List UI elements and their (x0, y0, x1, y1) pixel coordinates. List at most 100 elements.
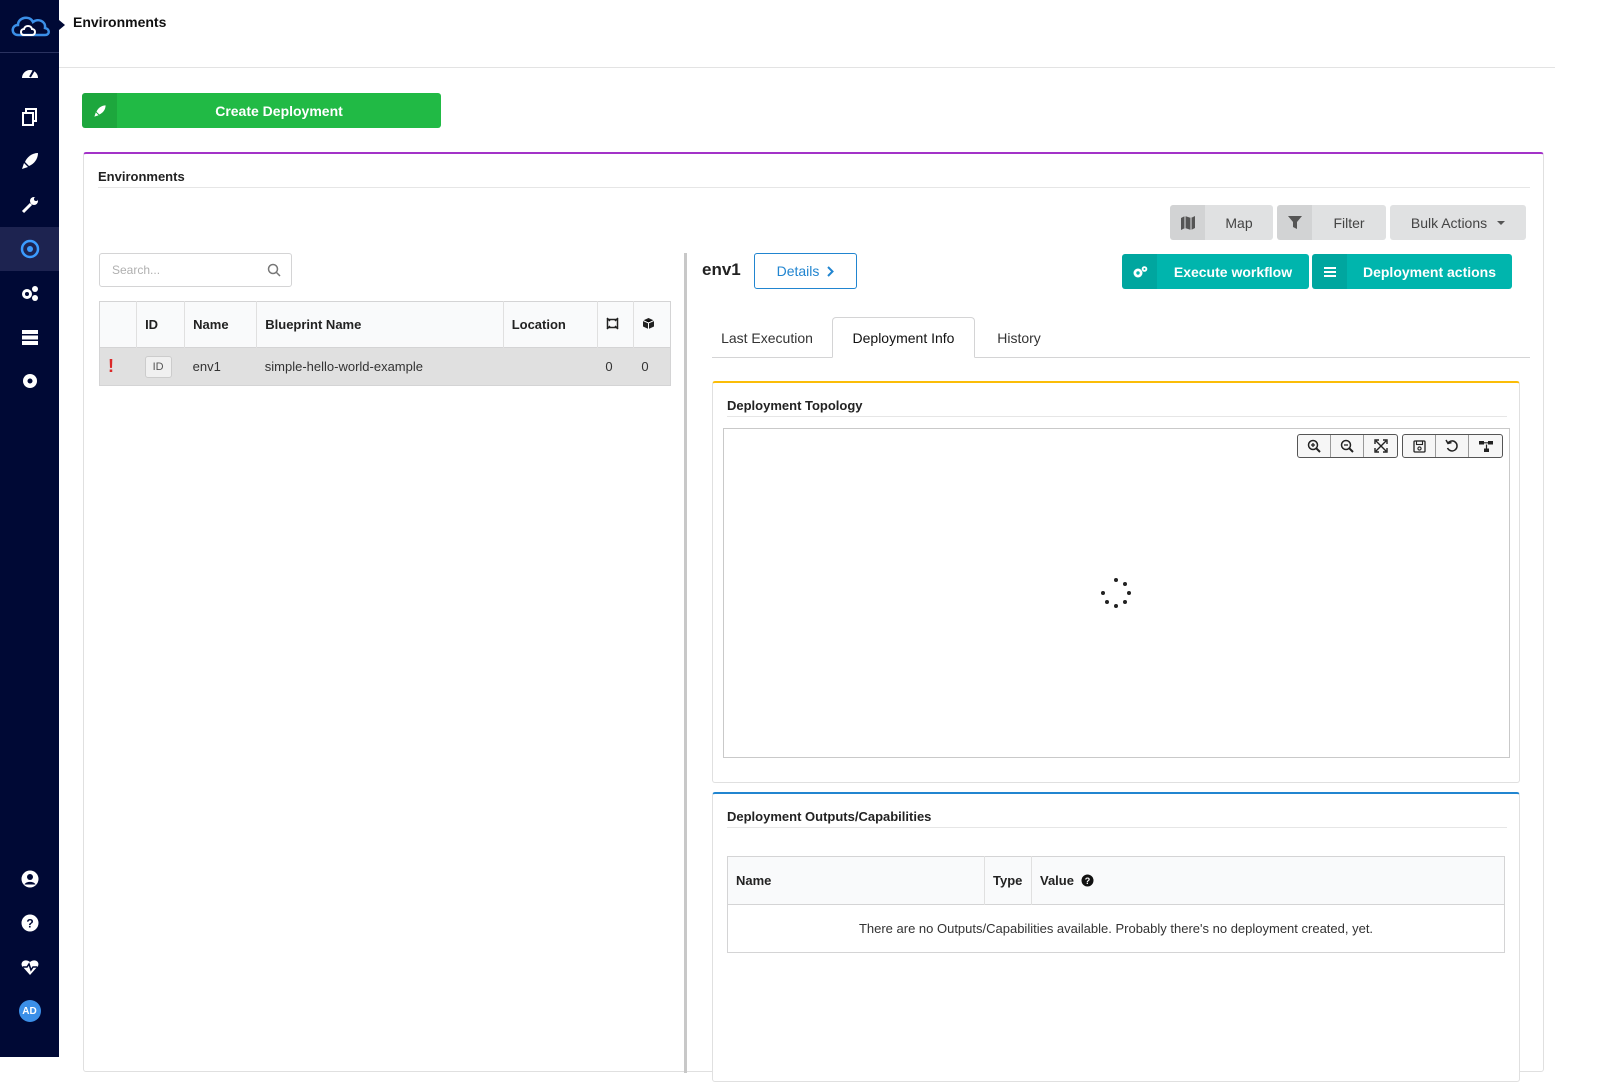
breadcrumb: Environments (73, 14, 167, 30)
sidebar-item-help[interactable]: ? (0, 901, 59, 945)
sidebar-item-deployments[interactable] (0, 139, 59, 183)
bars-icon (1312, 254, 1347, 289)
name-column-header[interactable]: Name (184, 301, 258, 348)
save-layout-button[interactable] (1403, 435, 1436, 457)
tools-icon (21, 197, 38, 214)
svg-text:?: ? (1084, 876, 1090, 886)
outputs-type-header[interactable]: Type (984, 856, 1032, 905)
topology-canvas[interactable] (723, 428, 1510, 758)
outputs-table: Name Type Value ? There are no Outputs/C… (727, 856, 1505, 953)
question-circle-icon[interactable]: ? (1081, 874, 1094, 887)
status-cell: ! (99, 347, 137, 386)
blueprints-icon (21, 108, 37, 126)
outputs-value-header[interactable]: Value ? (1031, 856, 1505, 905)
sidebar-item-account[interactable]: AD (0, 989, 59, 1033)
tab-last-execution[interactable]: Last Execution (712, 317, 822, 358)
reset-layout-button[interactable] (1436, 435, 1469, 457)
help-icon: ? (21, 914, 38, 932)
location-cell (503, 347, 598, 386)
filter-button[interactable]: Filter (1277, 205, 1386, 240)
id-cell: ID (136, 347, 185, 386)
servers-icon (21, 330, 38, 345)
undo-icon (1445, 439, 1458, 452)
zoom-controls (1297, 434, 1398, 458)
zoom-in-button[interactable] (1298, 435, 1331, 457)
topology-title-divider (727, 416, 1507, 417)
outputs-value-label: Value (1040, 873, 1074, 888)
subenvironments-count-cell: 0 (597, 347, 634, 386)
zoom-out-button[interactable] (1331, 435, 1364, 457)
outputs-title: Deployment Outputs/Capabilities (727, 809, 932, 824)
deployment-actions-label: Deployment actions (1362, 263, 1497, 280)
header-divider (59, 67, 1555, 68)
topology-title: Deployment Topology (727, 398, 863, 413)
table-row[interactable]: ! ID env1 simple-hello-world-example 0 0 (99, 347, 671, 386)
blueprint-column-header[interactable]: Blueprint Name (256, 301, 504, 348)
logo[interactable] (0, 0, 59, 53)
selected-environment-name: env1 (702, 260, 741, 279)
sidebar-item-system-resources[interactable] (0, 271, 59, 315)
tab-deployment-info[interactable]: Deployment Info (832, 317, 975, 358)
sidebar-item-servers[interactable] (0, 315, 59, 359)
deployment-topology-widget: Deployment Topology (712, 381, 1520, 783)
cloud-logo-icon (11, 16, 50, 37)
subservices-column-header[interactable] (633, 301, 671, 348)
deployment-outputs-widget: Deployment Outputs/Capabilities Name Typ… (712, 792, 1520, 1082)
map-icon (1170, 205, 1205, 240)
toggle-layout-button[interactable] (1469, 435, 1502, 457)
user-icon (21, 870, 38, 888)
fit-to-screen-button[interactable] (1364, 435, 1397, 457)
bulk-actions-dropdown[interactable]: Bulk Actions (1390, 205, 1526, 240)
subenvironments-column-header[interactable] (597, 301, 634, 348)
zoom-in-icon (1307, 439, 1321, 453)
sidebar-item-profile[interactable] (0, 857, 59, 901)
filter-label: Filter (1333, 214, 1365, 231)
create-deployment-button[interactable]: Create Deployment (82, 93, 441, 128)
search-input[interactable] (112, 263, 262, 277)
rocket-icon (82, 93, 117, 128)
deployment-actions-button[interactable]: Deployment actions (1312, 254, 1512, 289)
settings-cogs-icon (21, 286, 38, 301)
location-column-header[interactable]: Location (503, 301, 598, 348)
subservices-count-cell: 0 (633, 347, 671, 386)
layout-controls (1402, 434, 1503, 458)
table-header-row: ID Name Blueprint Name Location (99, 301, 671, 348)
status-column-header (99, 301, 138, 348)
subenvironments-icon (606, 316, 619, 330)
blueprint-cell: simple-hello-world-example (256, 347, 504, 386)
sidebar: ? AD (0, 0, 59, 1057)
chevron-right-icon (827, 265, 835, 277)
breadcrumb-arrow (59, 20, 65, 30)
outputs-title-divider (727, 827, 1507, 828)
environments-widget: Environments Map Filter Bulk Actions ID … (83, 152, 1544, 1082)
sidebar-item-blueprints[interactable] (0, 95, 59, 139)
execute-workflow-label: Execute workflow (1173, 263, 1293, 280)
warning-exclamation-icon: ! (108, 356, 114, 376)
environments-table: ID Name Blueprint Name Location ! ID env… (99, 301, 671, 386)
widget-title-divider (98, 187, 1530, 188)
environments-icon (20, 239, 39, 259)
sidebar-item-settings[interactable] (0, 359, 59, 403)
tab-history[interactable]: History (984, 317, 1054, 358)
map-button[interactable]: Map (1170, 205, 1273, 240)
zoom-out-icon (1340, 439, 1354, 453)
outputs-header-row: Name Type Value ? (727, 856, 1505, 905)
map-label: Map (1225, 214, 1253, 231)
outputs-empty-message: There are no Outputs/Capabilities availa… (727, 904, 1505, 953)
outputs-name-header[interactable]: Name (727, 856, 985, 905)
pane-splitter[interactable] (684, 253, 687, 1073)
avatar: AD (18, 1000, 41, 1022)
sidebar-item-environments[interactable] (0, 227, 59, 271)
id-column-header[interactable]: ID (136, 301, 186, 348)
sidebar-item-tools[interactable] (0, 183, 59, 227)
details-button[interactable]: Details (754, 253, 857, 289)
id-badge[interactable]: ID (144, 355, 172, 378)
sidebar-item-dashboard[interactable] (0, 51, 59, 95)
execute-workflow-button[interactable]: Execute workflow (1122, 254, 1309, 289)
search-box (99, 253, 292, 287)
svg-text:?: ? (26, 917, 33, 931)
filter-icon (1277, 205, 1312, 240)
outputs-empty-row: There are no Outputs/Capabilities availa… (727, 904, 1505, 953)
cogs-icon (1122, 254, 1157, 289)
sidebar-item-health[interactable] (0, 945, 59, 989)
